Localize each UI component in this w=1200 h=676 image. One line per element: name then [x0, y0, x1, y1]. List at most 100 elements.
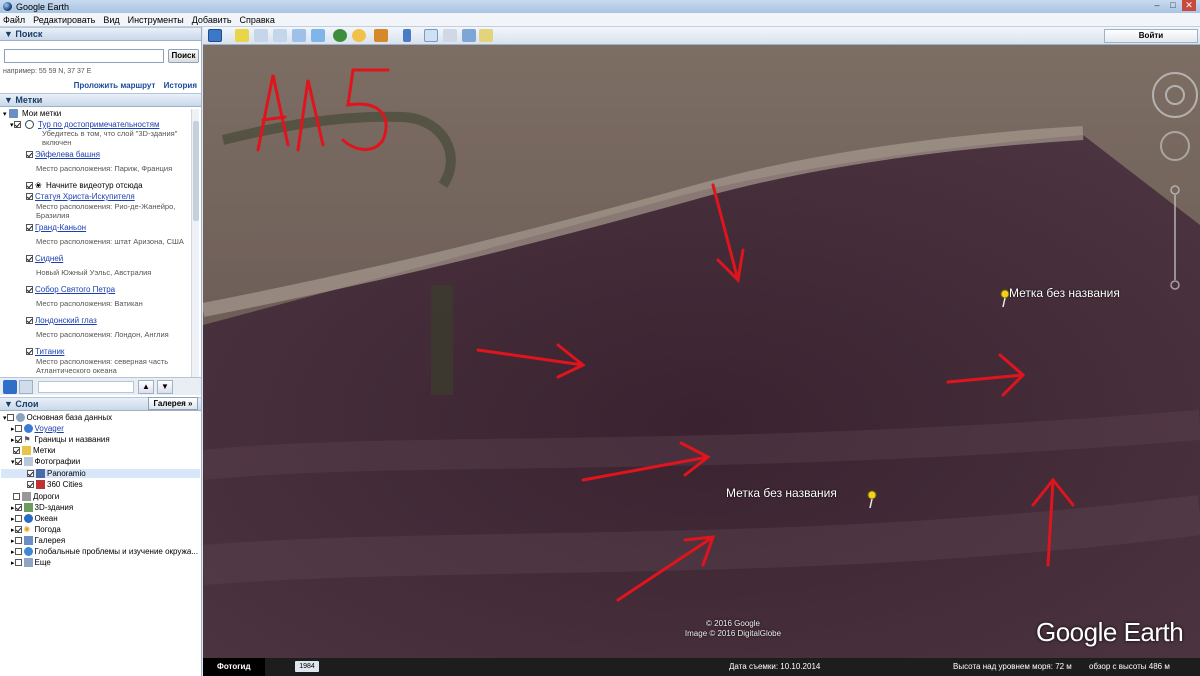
layer-item[interactable]: Дороги [11, 492, 59, 502]
sidebar-toggle-icon[interactable] [208, 29, 222, 42]
tour-guide-button[interactable]: Фотогид [203, 658, 265, 676]
historical-imagery-icon[interactable] [333, 29, 347, 42]
ruler-icon[interactable] [403, 29, 411, 42]
satellite-map[interactable] [203, 45, 1200, 658]
place-desc: Место расположения: Ватикан [36, 299, 143, 308]
side-panel: ▼ Поиск Поиск например: 55 59 N, 37 37 E… [0, 27, 202, 676]
minimize-button[interactable]: – [1150, 0, 1164, 11]
tour-icon [24, 120, 34, 130]
copyright-imagery: Image © 2016 DigitalGlobe [684, 629, 782, 638]
view-in-maps-icon[interactable] [479, 29, 493, 42]
print-icon[interactable] [443, 29, 457, 42]
search-button[interactable]: Поиск [168, 49, 199, 63]
database-icon [15, 413, 25, 423]
eye-altitude-readout: обзор с высоты 486 м [1089, 662, 1170, 671]
search-panel-header[interactable]: ▼ Поиск [0, 27, 201, 41]
google-earth-logo-icon [3, 2, 12, 11]
layer-item[interactable]: ▸ 3D-здания [11, 503, 73, 513]
places-toolbar: ▲ ▼ [0, 377, 201, 395]
layer-item[interactable]: ▸ Voyager [11, 424, 64, 434]
place-desc: Атлантического океана [36, 366, 117, 375]
email-icon[interactable] [424, 29, 438, 42]
place-desc: Место расположения: Лондон, Англия [36, 330, 169, 339]
search-hint: например: 55 59 N, 37 37 E [3, 68, 92, 75]
place-desc: Место расположения: Рио-де-Жанейро, [36, 202, 176, 211]
layer-item[interactable]: ▸ Глобальные проблемы и изучение окружа..… [11, 547, 198, 557]
sign-in-button[interactable]: Войти [1104, 29, 1198, 43]
360-cities-icon [36, 480, 45, 490]
get-directions-link[interactable]: Проложить маршрут [74, 81, 156, 90]
layer-item[interactable]: ▸ Галерея [11, 536, 65, 546]
places-root[interactable]: ▾ Мои метки [3, 109, 61, 119]
map-viewport: Войти Метка без названия Метка без назва… [203, 27, 1200, 676]
tour-note: Убедитесь в том, что слой "3D-здания" [42, 129, 178, 138]
add-path-icon[interactable] [273, 29, 287, 42]
place-item[interactable]: Эйфелева башня [26, 150, 100, 159]
tour-checkbox[interactable] [13, 121, 21, 129]
search-panel: ▼ Поиск Поиск например: 55 59 N, 37 37 E… [0, 27, 201, 93]
search-places-icon[interactable] [3, 380, 17, 394]
place-item[interactable]: Гранд-Каньон [26, 223, 86, 232]
tour-note-2: включен [42, 138, 72, 147]
imagery-date: Дата съемки: 10.10.2014 [729, 662, 821, 671]
places-scrollbar[interactable] [191, 109, 199, 379]
place-desc: Новый Южный Уэльс, Австралия [36, 268, 152, 277]
layer-item[interactable]: ▸ Еще [11, 558, 51, 568]
google-earth-logo: Google Earth [1036, 617, 1184, 647]
record-tour-icon[interactable] [311, 29, 325, 42]
menu-view[interactable]: Вид [103, 15, 119, 25]
places-filter-input[interactable] [38, 381, 134, 393]
layer-item[interactable]: 360 Cities [27, 480, 83, 490]
main-toolbar: Войти [203, 27, 1200, 45]
scrollbar-thumb[interactable] [193, 121, 199, 221]
place-item[interactable]: Статуя Христа-Искупителя [26, 192, 135, 201]
layer-item[interactable]: ▸ ✺ Погода [11, 525, 61, 534]
status-bar: Фотогид 1984 Дата съемки: 10.10.2014 Выс… [203, 658, 1200, 676]
copyright-google: © 2016 Google [706, 619, 760, 628]
place-item[interactable]: Собор Святого Петра [26, 285, 115, 294]
place-item[interactable]: ❀ Начните видеотур отсюда [26, 181, 143, 190]
weather-icon: ✺ [23, 525, 31, 535]
menu-add[interactable]: Добавить [192, 15, 232, 25]
menu-file[interactable]: Файл [3, 15, 25, 25]
gallery-button[interactable]: Галерея » [148, 397, 198, 410]
add-placemark-icon[interactable] [235, 29, 249, 42]
place-desc: Место расположения: штат Аризона, США [36, 237, 184, 246]
ocean-icon [23, 514, 33, 524]
places-panel-header[interactable]: ▼ Метки [0, 93, 201, 107]
menu-bar: Файл Редактировать Вид Инструменты Добав… [0, 13, 1200, 27]
layers-panel: ▼ Слои Галерея » ▾ Основная база данных ▸… [0, 397, 201, 676]
buildings-icon [23, 503, 33, 513]
panel-toggle-icon[interactable] [19, 380, 33, 394]
switch-planet-icon[interactable] [374, 29, 388, 42]
close-button[interactable]: ✕ [1182, 0, 1196, 11]
historical-year-button[interactable]: 1984 [295, 661, 319, 672]
layer-item[interactable]: ▸ ⚑ Границы и названия [11, 435, 110, 444]
placemark-label[interactable]: Метка без названия [726, 486, 837, 500]
layer-item[interactable]: ▸ Океан [11, 514, 58, 524]
place-item[interactable]: Сидней [26, 254, 63, 263]
road-icon [21, 492, 31, 502]
menu-edit[interactable]: Редактировать [33, 15, 95, 25]
layer-item[interactable]: ▾ Основная база данных [3, 413, 112, 423]
layer-item[interactable]: ▾ Фотографии [11, 457, 80, 467]
panoramio-icon [36, 469, 45, 479]
placemark-label[interactable]: Метка без названия [1009, 286, 1120, 300]
sunlight-icon[interactable] [352, 29, 366, 42]
layer-item[interactable]: Метки [11, 446, 56, 456]
menu-tools[interactable]: Инструменты [128, 15, 184, 25]
move-down-icon[interactable]: ▼ [157, 380, 173, 394]
place-item[interactable]: Титаник [26, 347, 64, 356]
add-polygon-icon[interactable] [254, 29, 268, 42]
place-item[interactable]: Лондонский глаз [26, 316, 97, 325]
layer-item-selected[interactable]: Panoramio [1, 469, 200, 479]
move-up-icon[interactable]: ▲ [138, 380, 154, 394]
maximize-button[interactable]: □ [1166, 0, 1180, 11]
search-input[interactable] [4, 49, 164, 63]
places-tree: ▾ Мои метки ▾ Тур по достопримечательнос… [0, 109, 191, 379]
menu-help[interactable]: Справка [240, 15, 275, 25]
tour-item[interactable]: ▾ Тур по достопримечательностям [10, 120, 159, 130]
add-overlay-icon[interactable] [292, 29, 306, 42]
history-link[interactable]: История [164, 81, 197, 90]
save-image-icon[interactable] [462, 29, 476, 42]
